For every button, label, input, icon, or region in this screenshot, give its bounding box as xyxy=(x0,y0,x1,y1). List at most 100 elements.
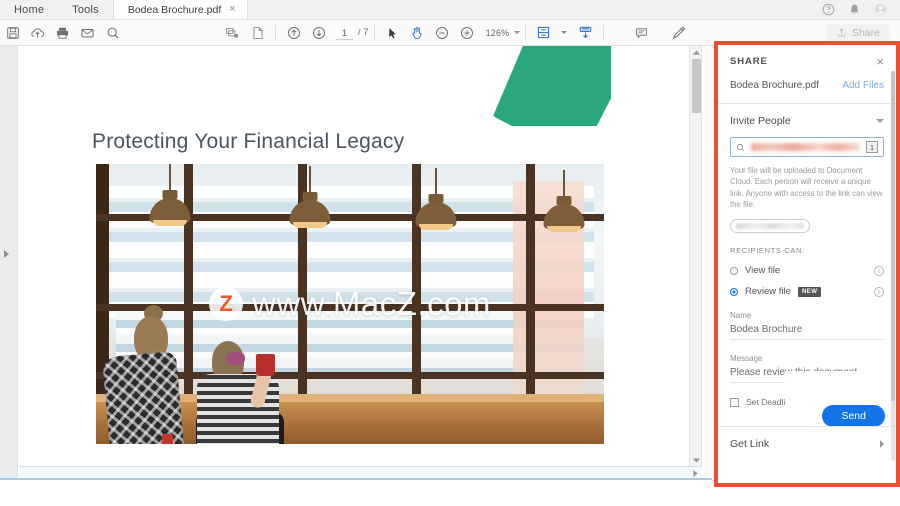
share-file-name: Bodea Brochure.pdf xyxy=(730,80,819,91)
pdf-page: Protecting Your Financial Legacy Z www.M… xyxy=(19,46,689,466)
upload-cloud-icon[interactable] xyxy=(25,21,50,45)
name-field-label: Name xyxy=(730,311,752,321)
fit-page-dropdown-caret-icon[interactable] xyxy=(561,31,568,34)
toolbar-divider xyxy=(275,25,276,40)
zoom-dropdown-caret-icon[interactable] xyxy=(514,31,521,34)
scrollbar-thumb[interactable] xyxy=(692,59,701,113)
info-circle-icon[interactable]: i xyxy=(874,265,884,276)
photo-pendant-lamp xyxy=(534,170,594,232)
share-note-text: Your file will be uploaded to Document C… xyxy=(730,166,883,209)
page-total-label: / 7 xyxy=(358,27,369,38)
comment-bubble-icon[interactable] xyxy=(629,21,654,45)
zoom-level-label[interactable]: 126% xyxy=(486,28,510,38)
tab-document-label: Bodea Brochure.pdf xyxy=(127,3,222,16)
radio-view-file[interactable] xyxy=(730,266,738,275)
tab-bar-actions xyxy=(822,0,900,19)
toolbar-divider xyxy=(373,25,375,40)
radio-review-file[interactable] xyxy=(730,287,738,296)
recipient-chip-value xyxy=(736,223,804,230)
fit-page-icon[interactable] xyxy=(531,21,556,45)
share-file-row: Bodea Brochure.pdf Add Files xyxy=(718,76,896,104)
share-panel-highlight: SHARE × Bodea Brochure.pdf Add Files Inv… xyxy=(714,41,900,487)
share-panel: SHARE × Bodea Brochure.pdf Add Files Inv… xyxy=(718,45,896,483)
name-field-value[interactable]: Bodea Brochure xyxy=(730,320,884,341)
share-button[interactable]: Share xyxy=(825,23,890,42)
scroll-up-arrow-icon[interactable] xyxy=(690,46,703,58)
save-disk-icon[interactable] xyxy=(0,21,25,45)
printer-icon[interactable] xyxy=(50,21,75,45)
hero-photo: Z www.MacZ.com xyxy=(96,164,604,444)
page-title: Protecting Your Financial Legacy xyxy=(92,130,405,153)
photo-pendant-lamp xyxy=(406,168,466,230)
message-field-label: Message xyxy=(730,354,763,364)
hand-pan-icon[interactable] xyxy=(405,21,430,45)
arrow-up-circle-icon[interactable] xyxy=(281,21,306,45)
tab-document[interactable]: Bodea Brochure.pdf × xyxy=(112,0,248,19)
toolbar-divider xyxy=(603,25,605,40)
tab-bar: Home Tools Bodea Brochure.pdf × xyxy=(0,0,900,20)
photo-people xyxy=(102,305,294,444)
share-panel-header: SHARE × xyxy=(718,45,896,76)
invite-people-label: Invite People xyxy=(730,115,791,127)
new-badge: NEW xyxy=(797,286,822,297)
toolbar-view-group: / 7 126% xyxy=(220,21,691,45)
search-icon xyxy=(736,143,745,151)
option-review-file[interactable]: Review file NEW i xyxy=(730,286,884,297)
acrobat-window: Home Tools Bodea Brochure.pdf × 1 / 7 12… xyxy=(0,0,900,506)
recipient-search-input[interactable]: 1 xyxy=(730,137,884,157)
plus-circle-icon[interactable] xyxy=(455,21,480,45)
user-account-icon[interactable] xyxy=(874,3,887,16)
scroll-down-arrow-icon[interactable] xyxy=(690,454,703,466)
chevron-down-icon[interactable] xyxy=(876,119,884,123)
invite-people-section-header[interactable]: Invite People xyxy=(718,104,896,137)
help-circle-icon[interactable] xyxy=(822,3,835,16)
option-review-file-label: Review file xyxy=(745,286,791,298)
share-panel-title: SHARE xyxy=(730,56,768,67)
send-button[interactable]: Send xyxy=(822,405,885,427)
minus-circle-icon[interactable] xyxy=(430,21,455,45)
share-button-label: Share xyxy=(851,26,880,39)
send-button-area: Send xyxy=(785,371,885,427)
close-icon[interactable]: × xyxy=(228,4,236,15)
toolbar-file-group xyxy=(0,21,125,45)
share-panel-scrollbar[interactable] xyxy=(891,71,895,461)
scroll-mode-icon[interactable] xyxy=(573,21,598,45)
share-panel-scrollbar-thumb[interactable] xyxy=(891,71,895,401)
page-thumbnails-icon[interactable] xyxy=(220,21,245,45)
left-rail xyxy=(0,46,18,480)
chevron-right-icon[interactable] xyxy=(880,440,884,448)
page-navigation: / 7 xyxy=(335,25,369,40)
search-icon[interactable] xyxy=(100,21,125,45)
notification-bell-icon[interactable] xyxy=(848,3,861,16)
recipient-count-badge: 1 xyxy=(866,141,878,153)
close-icon[interactable]: × xyxy=(876,55,884,68)
envelope-icon[interactable] xyxy=(75,21,100,45)
photo-pendant-lamp xyxy=(140,164,200,226)
brand-accent-shape xyxy=(493,46,611,126)
get-link-label: Get Link xyxy=(730,438,770,450)
tab-home-label: Home xyxy=(14,3,45,16)
invite-people-body: 1 Your file will be uploaded to Document… xyxy=(718,137,896,407)
toolbar-divider xyxy=(525,25,527,40)
get-link-section[interactable]: Get Link xyxy=(718,426,896,461)
cursor-arrow-icon[interactable] xyxy=(380,21,405,45)
page-number-input[interactable] xyxy=(335,25,354,40)
photo-mullion-h xyxy=(96,304,604,311)
add-files-link[interactable]: Add Files xyxy=(842,80,884,91)
recipients-can-label: RECIPIENTS CAN: xyxy=(730,246,805,256)
tab-home[interactable]: Home xyxy=(0,0,58,19)
photo-pendant-lamp xyxy=(280,166,340,228)
highlighter-pen-icon[interactable] xyxy=(666,21,691,45)
tab-tools-label: Tools xyxy=(72,3,99,16)
panel-expand-arrow-icon[interactable] xyxy=(4,250,9,258)
page-panel-icon[interactable] xyxy=(245,21,270,45)
document-vertical-scrollbar[interactable] xyxy=(689,46,702,466)
recipient-email-value xyxy=(751,143,860,151)
info-circle-icon[interactable]: i xyxy=(874,286,884,297)
share-upload-icon xyxy=(837,28,846,37)
option-view-file[interactable]: View file i xyxy=(730,265,884,276)
tab-tools[interactable]: Tools xyxy=(58,0,113,19)
recipient-chip[interactable] xyxy=(730,219,810,234)
set-deadline-checkbox[interactable] xyxy=(730,397,739,407)
arrow-down-circle-icon[interactable] xyxy=(306,21,331,45)
